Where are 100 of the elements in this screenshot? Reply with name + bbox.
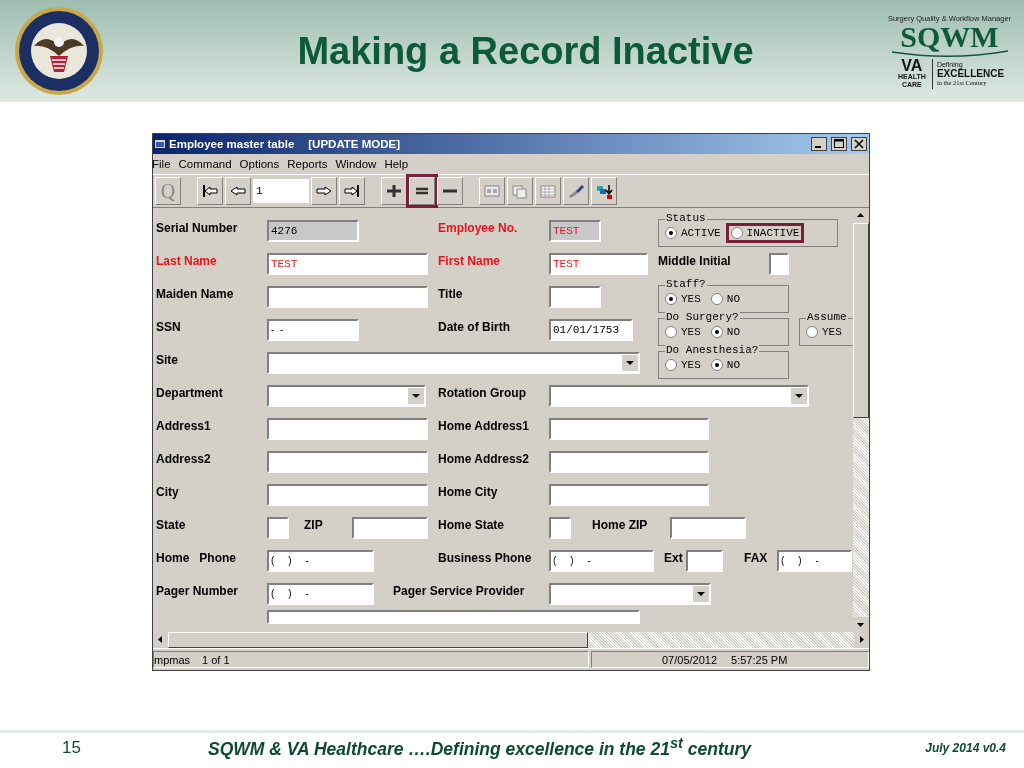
field-label: Site (156, 352, 179, 367)
menu-item[interactable]: Command (178, 158, 232, 170)
input-field[interactable]: ( ) - (549, 549, 654, 572)
field-label: Home Phone (156, 550, 237, 565)
right-arrow-icon[interactable] (314, 183, 334, 199)
dropdown-field[interactable] (267, 384, 426, 407)
field-label: State (156, 517, 187, 532)
dropdown-field[interactable] (267, 351, 640, 374)
input-field[interactable]: ( ) - (267, 549, 374, 572)
input-field[interactable] (549, 483, 709, 506)
input-field[interactable]: TEST (549, 252, 648, 275)
radio-icon[interactable] (665, 325, 677, 338)
radio-option[interactable]: NO (708, 291, 742, 306)
radio-option[interactable]: NO (708, 324, 742, 339)
record-number-field[interactable]: 1 (253, 179, 309, 203)
form-button[interactable] (479, 177, 505, 205)
input-field[interactable] (549, 417, 709, 440)
radio-icon[interactable] (806, 325, 818, 338)
group-title: Status (665, 211, 707, 224)
plus-icon[interactable] (384, 183, 404, 199)
field-label: Title (438, 286, 464, 301)
input-field[interactable] (267, 450, 428, 473)
field-label: Address1 (156, 418, 212, 433)
status-text: mpmas (154, 653, 191, 666)
left-arrow-icon[interactable] (228, 183, 248, 199)
minimize-icon[interactable] (811, 137, 827, 151)
input-field[interactable]: 4276 (267, 219, 359, 242)
dropdown-field[interactable] (549, 582, 711, 605)
menu-item[interactable]: File (152, 158, 171, 170)
first-arrow-icon[interactable] (200, 183, 220, 199)
menu-item[interactable]: Help (384, 158, 409, 170)
logo-excellence: EXCELLENCE (936, 68, 1005, 79)
input-field[interactable]: TEST (267, 252, 428, 275)
radio-option[interactable]: YES (663, 324, 703, 339)
brush-button[interactable] (563, 177, 589, 205)
update-button[interactable] (409, 177, 435, 205)
field-label: Ext (664, 550, 684, 565)
field-label: Home ZIP (592, 517, 649, 532)
field-label: Maiden Name (156, 286, 235, 301)
radio-option[interactable]: ACTIVE (663, 225, 723, 240)
blocks-arrow-icon[interactable] (594, 183, 614, 199)
export-button[interactable] (591, 177, 617, 205)
radio-option[interactable]: YES (804, 324, 844, 339)
radio-option[interactable]: YES (663, 291, 703, 306)
maximize-icon[interactable] (831, 137, 847, 151)
dropdown-field[interactable] (549, 384, 809, 407)
status-time: 5:57:25 PM (731, 653, 788, 666)
input-field[interactable] (267, 417, 428, 440)
field-label: Home Address2 (438, 451, 530, 466)
field-label: Employee No. (438, 220, 519, 235)
va-logo-text: VA (901, 58, 923, 73)
field-label: Address2 (156, 451, 212, 466)
input-field[interactable]: - - (267, 318, 359, 341)
next-button[interactable] (311, 177, 337, 205)
last-button[interactable] (339, 177, 365, 205)
field-label: ZIP (304, 517, 324, 532)
group-title: Assume (806, 310, 848, 323)
menu-item[interactable]: Window (335, 158, 377, 170)
add-button[interactable] (381, 177, 407, 205)
input-field[interactable] (549, 516, 571, 539)
radio-icon[interactable] (710, 325, 723, 338)
input-field[interactable]: 01/01/1753 (549, 318, 633, 341)
field-label: Home City (438, 484, 499, 499)
copy-button[interactable] (507, 177, 533, 205)
grid-button[interactable] (535, 177, 561, 205)
radio-icon[interactable] (730, 226, 743, 239)
input-field[interactable]: ( ) - (777, 549, 852, 572)
radio-option[interactable]: YES (663, 357, 703, 372)
input-field[interactable]: ( ) - (267, 582, 374, 605)
field-label: Date of Birth (438, 319, 511, 334)
input-field[interactable] (352, 516, 428, 539)
first-button[interactable] (197, 177, 223, 205)
radio-icon[interactable] (665, 292, 677, 305)
input-field[interactable] (549, 285, 601, 308)
dropdown-field[interactable] (267, 610, 640, 624)
input-field[interactable] (267, 285, 428, 308)
input-field[interactable] (686, 549, 723, 572)
field-label: Rotation Group (438, 385, 527, 400)
input-field[interactable] (549, 450, 709, 473)
radio-option[interactable]: NO (708, 357, 742, 372)
radio-icon[interactable] (710, 292, 723, 305)
field-label: Serial Number (156, 220, 239, 235)
input-field[interactable] (267, 516, 289, 539)
delete-button[interactable] (437, 177, 463, 205)
menu-item[interactable]: Options (239, 158, 280, 170)
radio-icon[interactable] (710, 358, 723, 371)
input-field[interactable] (769, 252, 789, 275)
menu-item[interactable]: Reports (287, 158, 328, 170)
last-arrow-icon[interactable] (342, 183, 362, 199)
input-field[interactable] (670, 516, 746, 539)
input-field[interactable] (267, 483, 428, 506)
seal-icon (14, 6, 104, 96)
radio-option[interactable]: INACTIVE (728, 225, 802, 240)
radio-icon[interactable] (665, 226, 677, 239)
field-label: Middle Initial (658, 253, 732, 268)
radio-icon[interactable] (665, 358, 677, 371)
close-icon[interactable] (851, 137, 867, 151)
prev-button[interactable] (225, 177, 251, 205)
group-title: Do Anesthesia? (665, 343, 760, 356)
footer-version: July 2014 v0.4 (925, 740, 1006, 755)
